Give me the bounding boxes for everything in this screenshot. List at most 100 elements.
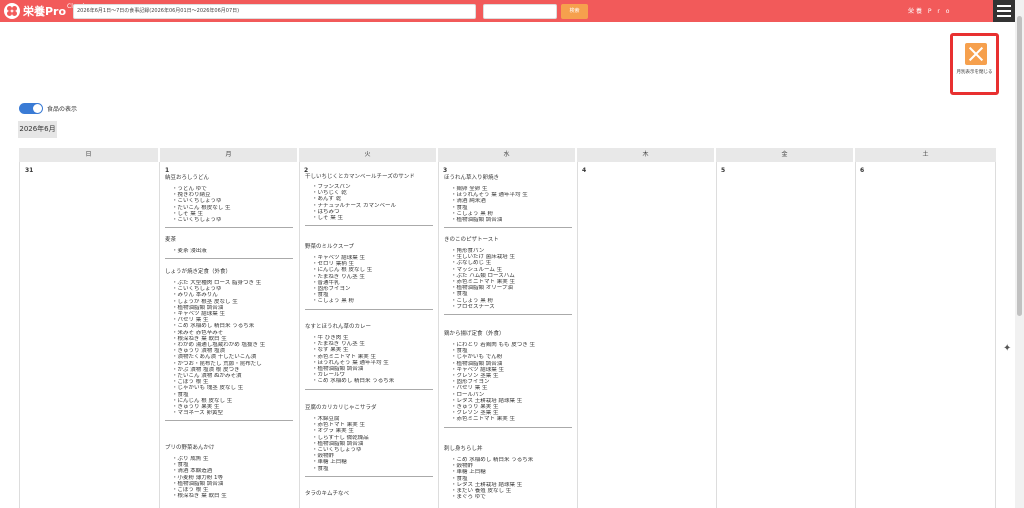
food-item: ・プロセスチーズ (451, 303, 495, 310)
meal-block[interactable]: きのこのピザトースト ・角形食パン ・生しいたけ 菌床栽培 生 ・ぶなしめじ 生… (444, 236, 574, 316)
logo-text: 栄養Pro (23, 5, 67, 18)
close-icon (965, 43, 987, 65)
day-number: 1 (165, 167, 170, 174)
meal-divider (444, 227, 572, 229)
meal-title[interactable]: タラのキムチなべ (305, 490, 435, 499)
calendar-day-cell[interactable]: 6 (855, 162, 996, 508)
day-number: 5 (721, 167, 726, 174)
meal-divider (165, 420, 293, 422)
meal-title[interactable]: ブリの野菜あんかけ (165, 444, 295, 453)
meal-title[interactable]: 野菜のミルクスープ (305, 243, 435, 252)
food-list: ・角形食パン ・生しいたけ 菌床栽培 生 ・ぶなしめじ 生 ・マッシュルーム 生… (444, 248, 574, 310)
weekday-header-mon: 月 (160, 148, 297, 162)
meal-block[interactable]: しょうが焼き定食（外食） ・ぶた 大型種肉 ロース 脂身つき 生 ・こいくちしょ… (165, 268, 295, 422)
meal-divider (305, 308, 433, 310)
day-number: 6 (860, 167, 865, 174)
hamburger-menu-button[interactable] (993, 0, 1015, 22)
meal-title[interactable]: 納豆おろしうどん (165, 174, 295, 183)
food-list: ・木綿豆腐 ・赤色トマト 果実 生 ・オクラ 果実 生 ・しらす干し 微乾燥品 … (305, 416, 435, 472)
brand-name: 栄養 P r o (908, 8, 952, 15)
food-item: ・こめ 水稲めし 精白米 うるち米 (312, 378, 395, 385)
food-list: ・麦茶 浸出液 (165, 248, 295, 254)
day-number: 2 (304, 167, 309, 174)
calendar-day-cell[interactable]: 1 納豆おろしうどん ・うどん ゆで ・挽きわり納豆 ・こいくちしょうゆ ・だい… (159, 162, 299, 508)
food-list: ・ぶり 成魚 生 ・食塩 ・清酒 本醸造酒 ・小麦粉 薄力粉 1等 ・植物油脂類… (165, 456, 295, 499)
close-monthly-view-button[interactable]: 月別表示を閉じる (950, 33, 999, 95)
meal-divider (444, 314, 572, 316)
food-display-label: 食品の表示 (47, 106, 78, 113)
meal-title[interactable]: ほうれん草入り卵焼き (444, 174, 574, 183)
month-title: 2026年6月 (18, 121, 57, 138)
meal-divider (444, 426, 572, 428)
meal-block[interactable]: ブリの野菜あんかけ ・ぶり 成魚 生 ・食塩 ・清酒 本醸造酒 ・小麦粉 薄力粉… (165, 444, 295, 499)
food-item: ・まぐろ ゆで (451, 494, 486, 501)
calendar-day-cell[interactable]: 4 (577, 162, 716, 508)
search-input[interactable]: 2026年6月1日〜7日の食事記録(2026年06月01日〜2026年06月07… (73, 4, 476, 19)
top-bar: 栄養Pro Cloud 2026年6月1日〜7日の食事記録(2026年06月01… (0, 0, 1024, 22)
food-item: ・食塩 (312, 465, 329, 472)
meal-block[interactable]: 野菜のミルクスープ ・キャベツ 結球葉 生 ・セロリ 葉柄 生 ・にんじん 根 … (305, 243, 435, 310)
weekday-header-sun: 日 (19, 148, 158, 162)
calendar-day-cell[interactable]: 5 (716, 162, 855, 508)
sparkle-icon[interactable]: ✦ (1003, 343, 1011, 354)
hamburger-line-icon (997, 5, 1011, 7)
search-button[interactable]: 検索 (561, 4, 588, 19)
food-list: ・フランスパン ・いちじく 乾 ・あんず 乾 ・ナチュラルチーズ カマンベール … (305, 184, 435, 221)
meal-title[interactable]: 刺し身ちらし丼 (444, 445, 574, 454)
secondary-search-input[interactable] (483, 4, 557, 19)
meal-divider (305, 388, 433, 390)
food-item: ・麦茶 浸出液 (172, 248, 207, 254)
meal-title[interactable]: しょうが焼き定食（外食） (165, 268, 295, 277)
close-monthly-view-label: 月別表示を閉じる (956, 70, 993, 75)
food-item: ・こしょう 黒 粉 (312, 298, 354, 305)
meal-block[interactable]: 鶏から揚げ定食（外食） ・にわとり 若鶏肉 もも 皮つき 生 ・食塩 ・じゃがい… (444, 330, 574, 428)
meal-title[interactable]: 豆腐のカリカリじゃこサラダ (305, 404, 435, 413)
food-list: ・鶏卵 全卵 生 ・ほうれんそう 葉 通年平均 生 ・清酒 純米酒 ・食塩 ・こ… (444, 186, 574, 223)
food-item: ・植物油脂類 調合油 (451, 217, 503, 224)
meal-divider (165, 227, 293, 229)
food-item: ・マヨネーズ 卵黄型 (172, 410, 223, 417)
weekday-header-wed: 水 (438, 148, 575, 162)
meal-divider (305, 475, 433, 477)
food-item: ・赤色ミニトマト 果実 生 (451, 416, 515, 423)
weekday-header-sat: 土 (855, 148, 996, 162)
day-number: 4 (582, 167, 587, 174)
calendar-day-cell[interactable]: 31 (19, 162, 159, 508)
meal-divider (165, 258, 293, 260)
food-list: ・キャベツ 結球葉 生 ・セロリ 葉柄 生 ・にんじん 根 皮なし 生 ・たまね… (305, 255, 435, 305)
scrollbar-thumb[interactable] (1017, 16, 1022, 316)
meal-title[interactable]: 干しいちじくとカマンベールチーズのサンド (305, 174, 435, 181)
calendar-day-cell[interactable]: 2 干しいちじくとカマンベールチーズのサンド ・フランスパン ・いちじく 乾 ・… (299, 162, 438, 508)
food-list: ・うどん ゆで ・挽きわり納豆 ・こいくちしょうゆ ・だいこん 根皮なし 生 ・… (165, 186, 295, 223)
food-list: ・こめ 水稲めし 精白米 うるち米 ・穀物酢 ・車糖 上白糖 ・食塩 ・レタス … (444, 457, 574, 500)
meal-block[interactable]: 干しいちじくとカマンベールチーズのサンド ・フランスパン ・いちじく 乾 ・あん… (305, 174, 435, 227)
calendar-day-cell[interactable]: 3 ほうれん草入り卵焼き ・鶏卵 全卵 生 ・ほうれんそう 葉 通年平均 生 ・… (438, 162, 577, 508)
weekday-header-fri: 金 (716, 148, 853, 162)
food-list: ・牛 ひき肉 生 ・たまねぎ りん茎 生 ・なす 果実 生 ・赤色ミニトマト 果… (305, 335, 435, 385)
food-display-toggle[interactable] (19, 103, 43, 114)
day-number: 3 (443, 167, 448, 174)
meal-title[interactable]: 麦茶 (165, 236, 295, 245)
food-item: ・しそ 葉 生 (312, 215, 343, 222)
meal-block[interactable]: ほうれん草入り卵焼き ・鶏卵 全卵 生 ・ほうれんそう 葉 通年平均 生 ・清酒… (444, 174, 574, 229)
meal-title[interactable]: きのこのピザトースト (444, 236, 574, 245)
meal-block[interactable]: 納豆おろしうどん ・うどん ゆで ・挽きわり納豆 ・こいくちしょうゆ ・だいこん… (165, 174, 295, 229)
food-list: ・にわとり 若鶏肉 もも 皮つき 生 ・食塩 ・じゃがいも でん粉 ・植物油脂類… (444, 342, 574, 423)
weekday-header-thu: 木 (577, 148, 714, 162)
hamburger-line-icon (997, 15, 1011, 17)
meal-block[interactable]: 豆腐のカリカリじゃこサラダ ・木綿豆腐 ・赤色トマト 果実 生 ・オクラ 果実 … (305, 404, 435, 477)
food-list: ・ぶた 大型種肉 ロース 脂身つき 生 ・こいくちしょうゆ ・みりん 本みりん … (165, 280, 295, 416)
meal-divider (305, 225, 433, 227)
weekday-header-tue: 火 (299, 148, 436, 162)
toggle-knob (33, 104, 42, 113)
meal-block[interactable]: 刺し身ちらし丼 ・こめ 水稲めし 精白米 うるち米 ・穀物酢 ・車糖 上白糖 ・… (444, 445, 574, 500)
meal-block[interactable]: タラのキムチなべ (305, 490, 435, 499)
meal-block[interactable]: なすとほうれん草のカレー ・牛 ひき肉 生 ・たまねぎ りん茎 生 ・なす 果実… (305, 323, 435, 390)
meal-title[interactable]: 鶏から揚げ定食（外食） (444, 330, 574, 339)
meal-title[interactable]: なすとほうれん草のカレー (305, 323, 435, 332)
food-item: ・根深ねぎ 葉 軟白 生 (172, 493, 227, 500)
hamburger-line-icon (997, 10, 1011, 12)
meal-block[interactable]: 麦茶 ・麦茶 浸出液 (165, 236, 295, 260)
food-item: ・こいくちしょうゆ (172, 217, 222, 224)
day-number: 31 (25, 167, 34, 174)
